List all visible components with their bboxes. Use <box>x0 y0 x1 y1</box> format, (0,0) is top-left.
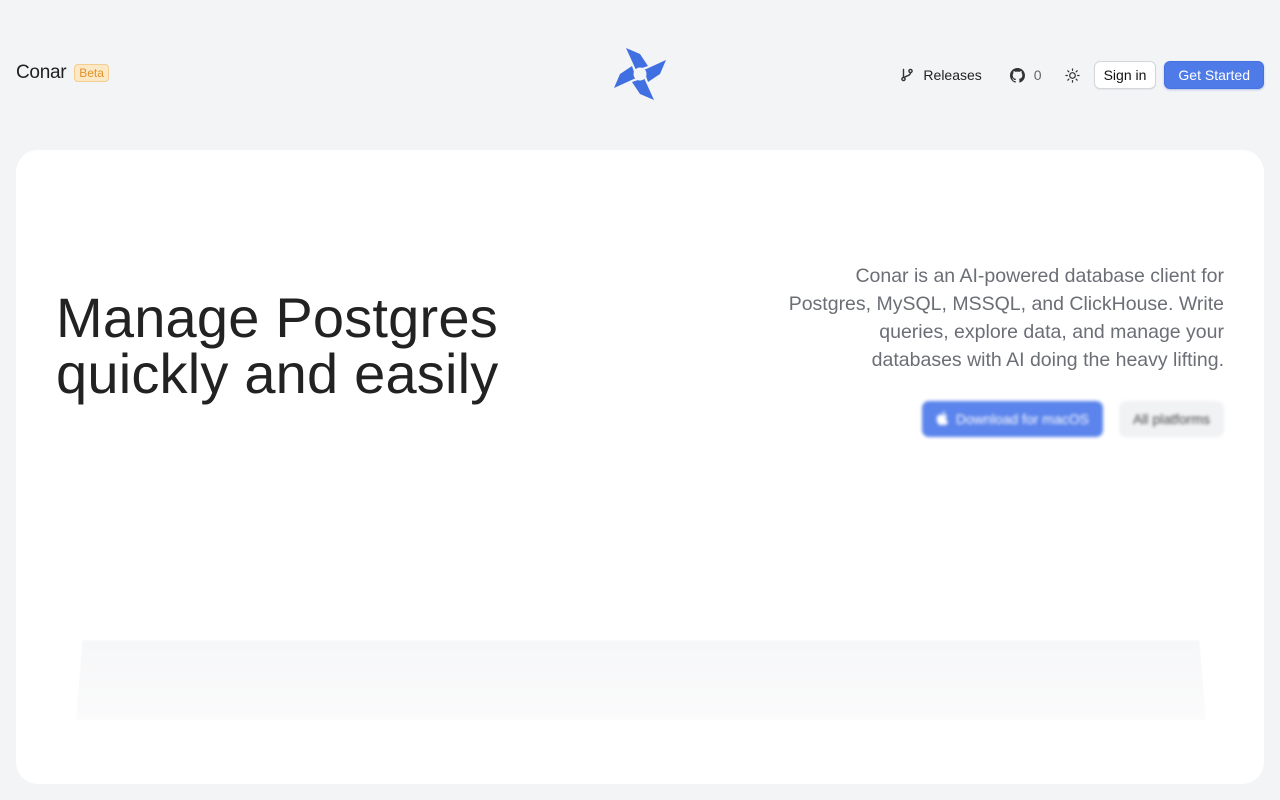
github-icon <box>1009 67 1025 83</box>
brand[interactable]: Conar Beta <box>16 62 109 84</box>
download-macos-label: Download for macOS <box>955 411 1089 427</box>
brand-name: Conar <box>16 62 67 83</box>
top-nav: Releases 0 Sign in Get Started <box>890 61 1264 89</box>
github-stars-count: 0 <box>1033 67 1042 83</box>
github-link[interactable]: 0 <box>1000 61 1052 89</box>
app-preview-placeholder <box>76 640 1206 720</box>
sun-icon <box>1065 67 1080 83</box>
releases-link[interactable]: Releases <box>890 61 991 89</box>
beta-badge: Beta <box>74 64 109 82</box>
sign-in-button[interactable]: Sign in <box>1093 61 1157 89</box>
hero-description: Conar is an AI-powered database client f… <box>788 265 1224 371</box>
theme-toggle-button[interactable] <box>1058 61 1088 89</box>
site-header: Conar Beta Releases 0 Sign in Get Starte… <box>0 0 1280 150</box>
all-platforms-button[interactable]: All platforms <box>1118 401 1224 437</box>
headline-line-2: quickly and easily <box>56 342 499 405</box>
git-branch-icon <box>900 68 914 82</box>
hero-cta-group: Download for macOS All platforms <box>921 401 1224 437</box>
hero-card: Manage Postgres quickly and easily Conar… <box>16 150 1264 784</box>
apple-icon <box>936 410 949 428</box>
headline-line-1: Manage Postgres <box>56 286 498 349</box>
conar-logo-icon[interactable] <box>611 45 669 103</box>
download-macos-button[interactable]: Download for macOS <box>921 401 1103 437</box>
releases-label: Releases <box>923 67 982 83</box>
hero-headline: Manage Postgres quickly and easily <box>56 290 499 402</box>
get-started-button[interactable]: Get Started <box>1164 61 1264 89</box>
